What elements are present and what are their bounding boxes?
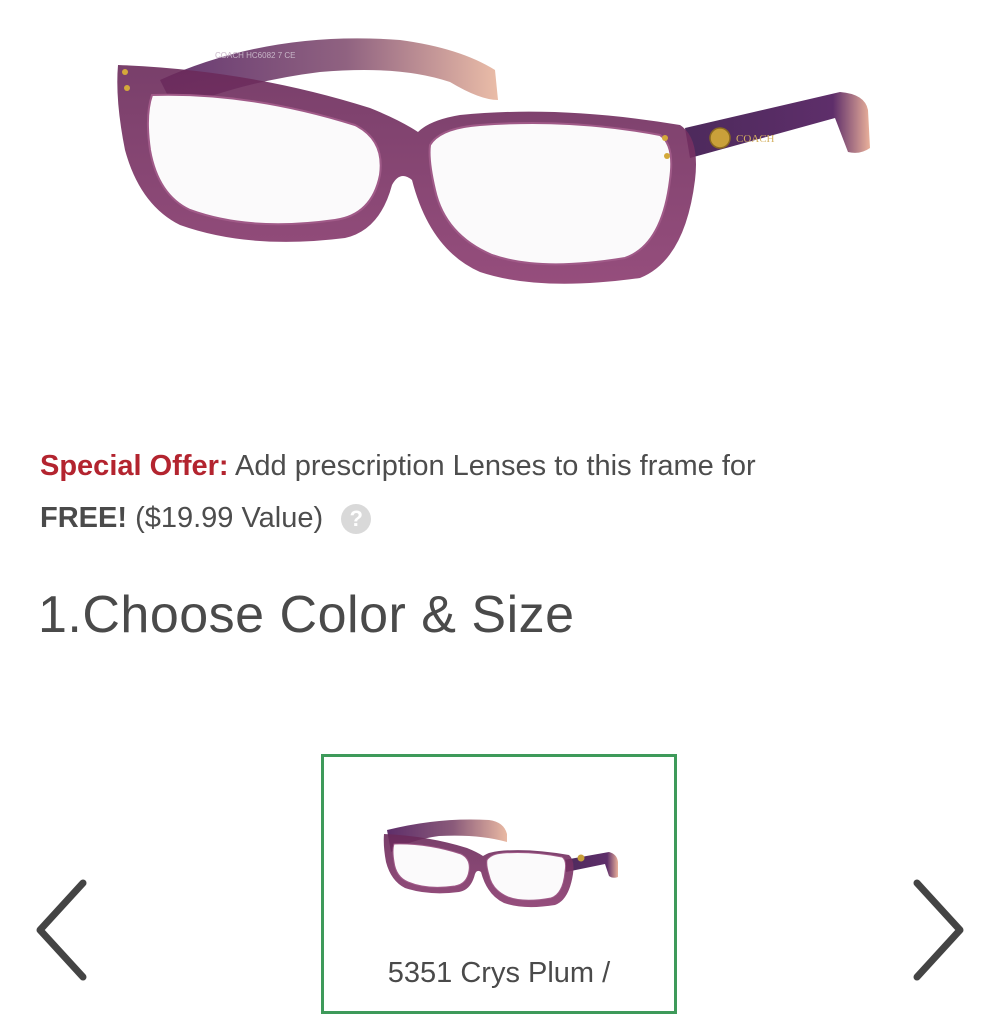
- offer-line-1: Special Offer: Add prescription Lenses t…: [40, 440, 940, 492]
- svg-text:COACH HC6082 7 CE: COACH HC6082 7 CE: [215, 51, 295, 60]
- question-circle-icon[interactable]: ?: [341, 504, 372, 535]
- chevron-right-icon[interactable]: [902, 875, 972, 985]
- color-carousel: 5351 Crys Plum /: [0, 740, 1000, 1014]
- swatch-thumbnail: [379, 812, 624, 912]
- svg-text:COACH: COACH: [736, 133, 775, 145]
- product-image: COACH COACH HC6082 7 CE: [100, 10, 880, 310]
- offer-line-2: FREE! ($19.99 Value) ?: [40, 492, 940, 544]
- offer-label: Special Offer:: [40, 450, 229, 482]
- color-option-selected[interactable]: 5351 Crys Plum /: [321, 754, 677, 1014]
- section-title: 1.Choose Color & Size: [38, 586, 575, 644]
- chevron-left-icon[interactable]: [28, 875, 98, 985]
- eyeglasses-image: COACH COACH HC6082 7 CE: [117, 38, 870, 284]
- offer-value: ($19.99 Value): [135, 502, 324, 534]
- offer-free: FREE!: [40, 502, 127, 534]
- offer-text: Add prescription Lenses to this frame fo…: [235, 450, 756, 482]
- color-option-label: 5351 Crys Plum /: [387, 957, 611, 989]
- special-offer: Special Offer: Add prescription Lenses t…: [40, 440, 940, 544]
